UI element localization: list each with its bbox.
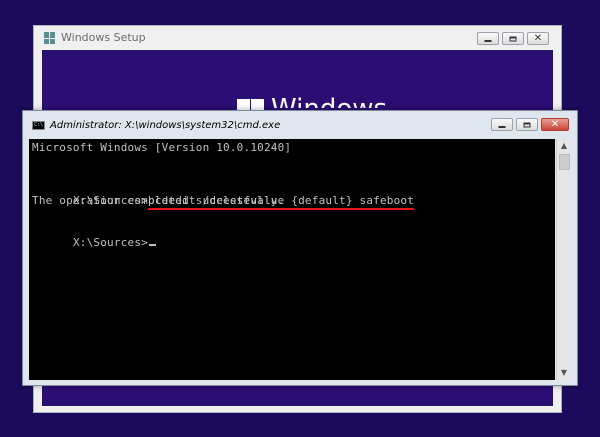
windows-setup-icon: [44, 32, 56, 44]
command-prompt-window: C:\ Administrator: X:\windows\system32\c…: [22, 110, 578, 386]
cmd-close-button[interactable]: ✕: [541, 118, 569, 131]
setup-window-title: Windows Setup: [61, 31, 146, 44]
close-icon: ✕: [550, 118, 560, 130]
cmd-window-title: Administrator: X:\windows\system32\cmd.e…: [50, 120, 281, 131]
minimize-icon: [484, 39, 492, 42]
setup-close-button[interactable]: ✕: [527, 32, 549, 45]
cmd-maximize-button[interactable]: [516, 118, 538, 131]
close-icon: ✕: [533, 32, 543, 44]
setup-titlebar[interactable]: Windows Setup ✕: [34, 26, 561, 50]
text-cursor: [149, 244, 156, 246]
console-line-prompt: X:\Sources>: [32, 222, 156, 264]
setup-minimize-button[interactable]: [477, 32, 499, 45]
cmd-app-icon: C:\: [32, 121, 45, 130]
console-line-result: The operation completed successfully.: [32, 194, 285, 207]
cmd-titlebar[interactable]: C:\ Administrator: X:\windows\system32\c…: [23, 111, 577, 139]
windows-logo-text: Windows: [271, 94, 387, 108]
scroll-down-arrow-icon[interactable]: ▼: [557, 366, 571, 380]
maximize-icon: [509, 36, 517, 41]
console-line-version: Microsoft Windows [Version 10.0.10240]: [32, 141, 292, 154]
console-output[interactable]: Microsoft Windows [Version 10.0.10240] X…: [29, 139, 555, 380]
scroll-up-arrow-icon[interactable]: ▲: [557, 139, 571, 153]
maximize-icon: [523, 122, 531, 127]
cmd-window-controls: ✕: [491, 118, 569, 131]
minimize-icon: [498, 125, 506, 128]
vertical-scrollbar[interactable]: ▲ ▼: [556, 139, 571, 380]
setup-maximize-button[interactable]: [502, 32, 524, 45]
console-prompt: X:\Sources>: [72, 236, 148, 249]
scroll-thumb[interactable]: [559, 154, 570, 170]
cmd-minimize-button[interactable]: [491, 118, 513, 131]
setup-window-controls: ✕: [477, 32, 549, 45]
